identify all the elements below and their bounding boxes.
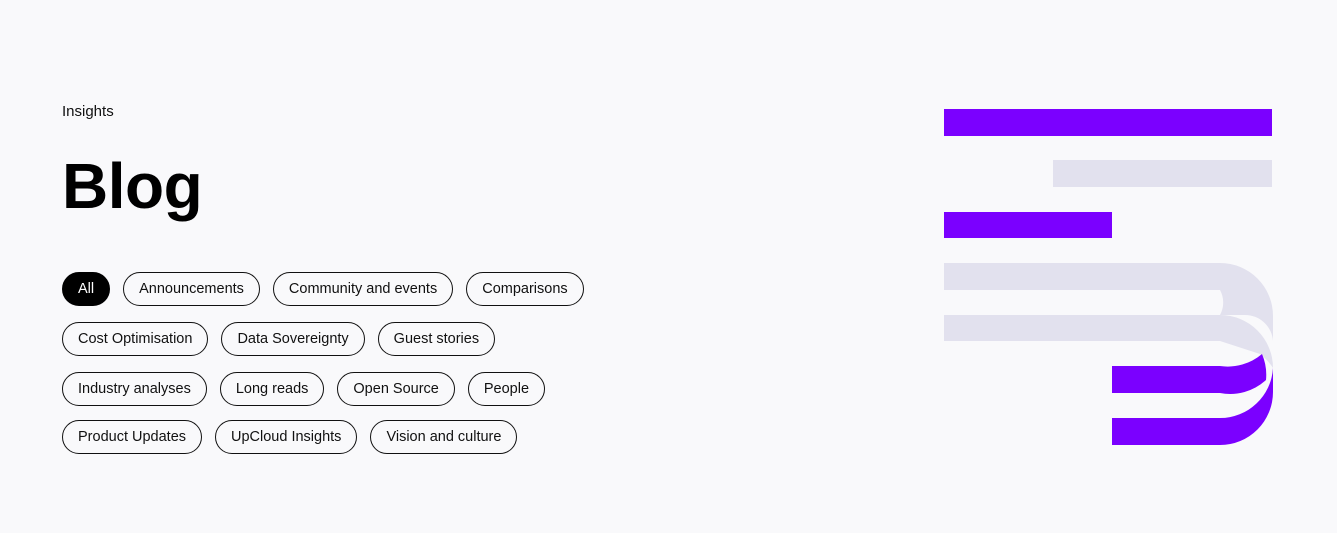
section-eyebrow: Insights — [62, 103, 114, 120]
filter-chip-upcloud-insights[interactable]: UpCloud Insights — [215, 420, 358, 454]
filter-chip-community-and-events[interactable]: Community and events — [272, 272, 454, 306]
filter-row: Product Updates UpCloud Insights Vision … — [62, 420, 622, 454]
filter-row: All Announcements Community and events C… — [62, 272, 622, 306]
category-filters: All Announcements Community and events C… — [62, 272, 622, 470]
filter-row: Industry analyses Long reads Open Source… — [62, 372, 622, 406]
filter-chip-industry-analyses[interactable]: Industry analyses — [62, 372, 207, 406]
filter-row: Cost Optimisation Data Sovereignty Guest… — [62, 322, 622, 356]
filter-chip-data-sovereignty[interactable]: Data Sovereignty — [221, 322, 365, 356]
filter-chip-all[interactable]: All — [62, 272, 111, 306]
filter-chip-cost-optimisation[interactable]: Cost Optimisation — [62, 322, 209, 356]
filter-chip-open-source[interactable]: Open Source — [337, 372, 455, 406]
filter-chip-product-updates[interactable]: Product Updates — [62, 420, 203, 454]
page-title: Blog — [62, 150, 203, 222]
upcloud-stripes-logo-icon — [944, 109, 1273, 445]
filter-chip-long-reads[interactable]: Long reads — [219, 372, 325, 406]
filter-chip-announcements[interactable]: Announcements — [123, 272, 260, 306]
filter-chip-vision-and-culture[interactable]: Vision and culture — [370, 420, 518, 454]
blog-header-section: Insights Blog All Announcements Communit… — [0, 0, 1337, 533]
filter-chip-guest-stories[interactable]: Guest stories — [377, 322, 496, 356]
filter-chip-people[interactable]: People — [467, 372, 546, 406]
filter-chip-comparisons[interactable]: Comparisons — [466, 272, 584, 306]
